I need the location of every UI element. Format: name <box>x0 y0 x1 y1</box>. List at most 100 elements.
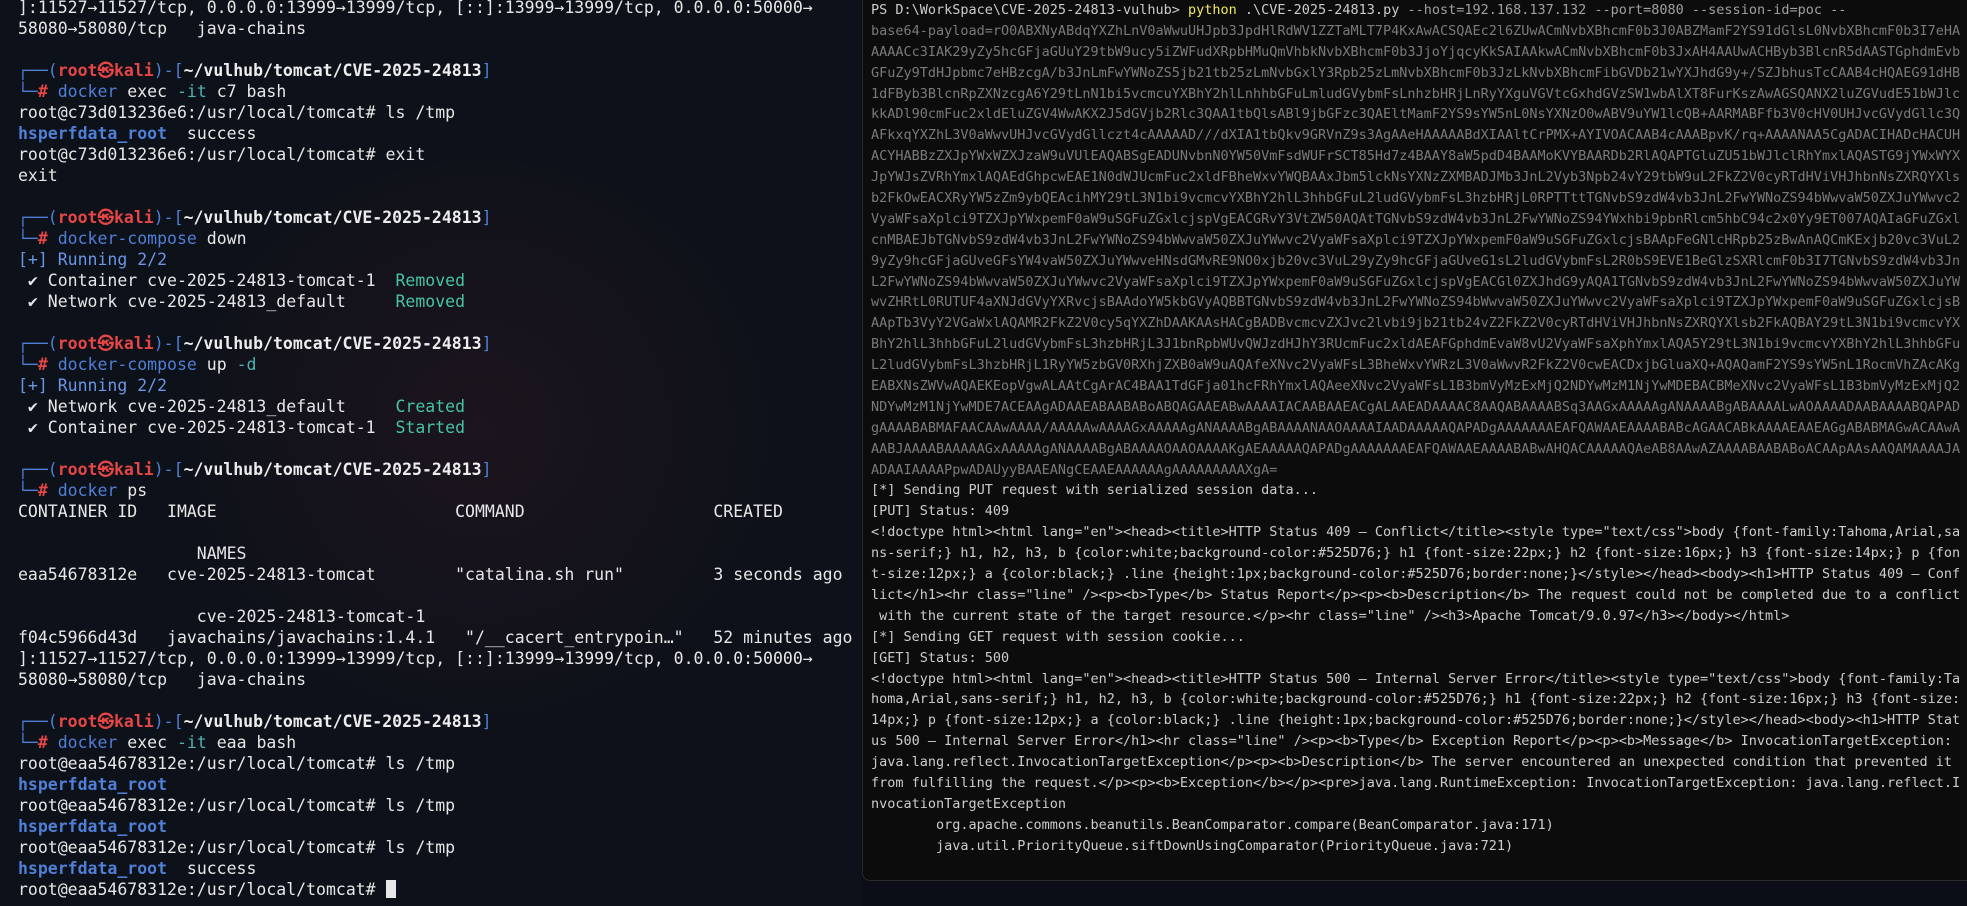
tmp-listing: hsperfdata_root <box>18 774 862 795</box>
prompt-user: root <box>57 460 98 479</box>
ps-header-text: CONTAINER ID IMAGE COMMAND CREATED <box>18 502 783 521</box>
prompt-skull-icon: ㉿ <box>97 208 115 227</box>
shell-line: root@eaa54678312e:/usr/local/tomcat# ls … <box>18 795 862 816</box>
ps-command-line: PS D:\WorkSpace\CVE-2025-24813-vulhub> p… <box>871 0 1960 21</box>
output-line: <!doctype html><html lang="en"><head><ti… <box>871 670 1960 687</box>
shell-input-line-text: root@eaa54678312e:/usr/local/tomcat# <box>18 880 386 899</box>
output-line: java.util.PriorityQueue.siftDownUsingCom… <box>871 837 1514 854</box>
ps-header-text: NAMES <box>18 544 247 563</box>
prompt-hash: # <box>37 82 58 101</box>
kali-terminal[interactable]: ]:11527→11527/tcp, 0.0.0.0:13999→13999/t… <box>0 0 862 906</box>
prompt-skull-icon: ㉿ <box>97 712 115 731</box>
command-flag: -it <box>176 733 207 752</box>
prompt-hash: # <box>37 481 58 500</box>
prompt-user: root <box>57 61 98 80</box>
tmp-listing: hsperfdata_root success <box>18 858 862 879</box>
command-line: └─# docker ps <box>18 480 862 501</box>
payload-line: AApTb3VyY2VGaWxlAQAMR2FkZ2V0cy5qYXZhDAAK… <box>871 315 1960 332</box>
ps-row-text: cve-2025-24813-tomcat-1 <box>18 607 426 626</box>
prompt-skull-icon: ㉿ <box>97 334 115 353</box>
resource-label: ✔ Container cve-2025-24813-tomcat-1 <box>18 271 396 290</box>
prompt-frame: )-[ <box>153 460 184 479</box>
prompt-line: ┌──(root㉿kali)-[~/vulhub/tomcat/CVE-2025… <box>18 459 862 480</box>
tmp-listing: hsperfdata_root success <box>18 123 862 144</box>
payload-line: JpYWJsZVRhYmxlAQAEdGhpcwEAE1N0dWJUcmFuc2… <box>871 169 1960 186</box>
command-name: docker <box>57 481 118 500</box>
prompt-skull-icon: ㉿ <box>97 61 115 80</box>
shell-line: root@c73d013236e6:/usr/local/tomcat# ls … <box>18 102 862 123</box>
payload-line: L2FwYWNoZS94bWwvaW50ZXJuYWwvc2VyaWFsaXpl… <box>871 273 1960 290</box>
resource-status: Removed <box>395 271 466 290</box>
shell-line-text: root@eaa54678312e:/usr/local/tomcat# ls … <box>18 796 456 815</box>
prompt-frame: ] <box>481 334 492 353</box>
port-line-text: ]:11527→11527/tcp, 0.0.0.0:13999→13999/t… <box>18 0 813 17</box>
resource-label: ✔ Network cve-2025-24813_default <box>18 397 396 416</box>
command-name: docker-compose <box>57 355 197 374</box>
command-args: up <box>196 355 237 374</box>
output-line: us 500 – Internal Server Error</h1><hr c… <box>871 733 1960 750</box>
prompt-frame: ] <box>481 208 492 227</box>
prompt-frame: ] <box>481 712 492 731</box>
output-line: ns-serif;} h1, h2, h3, b {color:white;ba… <box>871 545 1960 562</box>
port-line-text: ]:11527→11527/tcp, 0.0.0.0:13999→13999/t… <box>18 649 813 668</box>
command-flag: -d <box>236 355 257 374</box>
prompt-host: kali <box>114 460 154 479</box>
kali-terminal-output: ]:11527→11527/tcp, 0.0.0.0:13999→13999/t… <box>18 0 862 900</box>
status-line: ✔ Network cve-2025-24813_default Created <box>18 396 862 417</box>
command-line: └─# docker-compose up -d <box>18 354 862 375</box>
resource-status: Started <box>395 418 466 437</box>
ps-command-script: .\CVE-2025-24813.py <box>1236 2 1408 18</box>
payload-line: gAAAABABMAFAACAAwAAAA/AAAAAwAAAAGxAAAAAg… <box>871 419 1960 436</box>
output-line: with the current state of the target res… <box>871 607 1790 624</box>
ps-command-options: --host=192.168.137.132 --port=8080 --ses… <box>1407 2 1847 18</box>
prompt-user: root <box>57 208 98 227</box>
output-line: java.lang.reflect.InvocationTargetExcept… <box>871 754 1960 771</box>
shell-input-line: root@eaa54678312e:/usr/local/tomcat# <box>18 879 862 900</box>
prompt-frame: )-[ <box>153 208 184 227</box>
output-line: [GET] Status: 500 <box>871 649 1010 666</box>
command-args: exec <box>117 82 177 101</box>
ps-row: f04c5966d43d javachains/javachains:1.4.1… <box>18 627 862 648</box>
dir-hsperfdata: hsperfdata_root <box>18 775 168 794</box>
prompt-frame: ┌──( <box>18 61 58 80</box>
prompt-frame: └─ <box>18 82 38 101</box>
payload-line: AABJAAAABAAAAAGxAAAAAgANAAAABgABAAAAOAAO… <box>871 440 1960 457</box>
shell-line: root@eaa54678312e:/usr/local/tomcat# ls … <box>18 837 862 858</box>
payload-line: 9yZy9hcGFjaGUveGFsYW4vaW50ZXJuYWwveHNsdG… <box>871 252 1960 269</box>
payload-line: wvZHRtL0RUTUF4aXNJdGVyYXRvcjsBAAdoYW5kbG… <box>871 294 1960 311</box>
payload-line: AFkxqYXZhL3V0aWwvUHJvcGVydGllczt4cAAAAAD… <box>871 127 1960 144</box>
status-line: ✔ Container cve-2025-24813-tomcat-1 Remo… <box>18 270 862 291</box>
shell-line: root@eaa54678312e:/usr/local/tomcat# ls … <box>18 753 862 774</box>
resource-status: Removed <box>395 292 466 311</box>
command-line: └─# docker exec -it eaa bash <box>18 732 862 753</box>
payload-line: cnMBAEJbTGNvbS9zdW4vb3JnL2FwYWNoZS94bWwv… <box>871 231 1960 248</box>
command-name: docker-compose <box>57 229 197 248</box>
prompt-line: ┌──(root㉿kali)-[~/vulhub/tomcat/CVE-2025… <box>18 711 862 732</box>
ps-prompt: PS D:\WorkSpace\CVE-2025-24813-vulhub> <box>871 2 1188 18</box>
port-line-text: 58080→58080/tcp java-chains <box>18 670 307 689</box>
status-line: ✔ Container cve-2025-24813-tomcat-1 Star… <box>18 417 862 438</box>
powershell-terminal[interactable]: PS D:\WorkSpace\CVE-2025-24813-vulhub> p… <box>862 0 1967 881</box>
status-line: ✔ Network cve-2025-24813_default Removed <box>18 291 862 312</box>
prompt-user: root <box>57 334 98 353</box>
prompt-skull-icon: ㉿ <box>97 460 115 479</box>
prompt-frame: ┌──( <box>18 712 58 731</box>
prompt-hash: # <box>37 733 58 752</box>
prompt-hash: # <box>37 229 58 248</box>
prompt-host: kali <box>114 61 154 80</box>
prompt-frame: )-[ <box>153 712 184 731</box>
file-name: success <box>167 124 257 143</box>
running-count: [+] Running 2/2 <box>18 250 168 269</box>
dir-hsperfdata: hsperfdata_root <box>18 817 168 836</box>
ps-header: CONTAINER ID IMAGE COMMAND CREATED <box>18 501 862 522</box>
payload-line: BhY2hlL3hhbGFuL2ludGVybmFsL3hzbHRjL3J1bn… <box>871 336 1960 353</box>
port-line: ]:11527→11527/tcp, 0.0.0.0:13999→13999/t… <box>18 648 862 669</box>
shell-line-text: root@c73d013236e6:/usr/local/tomcat# ls … <box>18 103 456 122</box>
prompt-path: ~/vulhub/tomcat/CVE-2025-24813 <box>183 334 482 353</box>
